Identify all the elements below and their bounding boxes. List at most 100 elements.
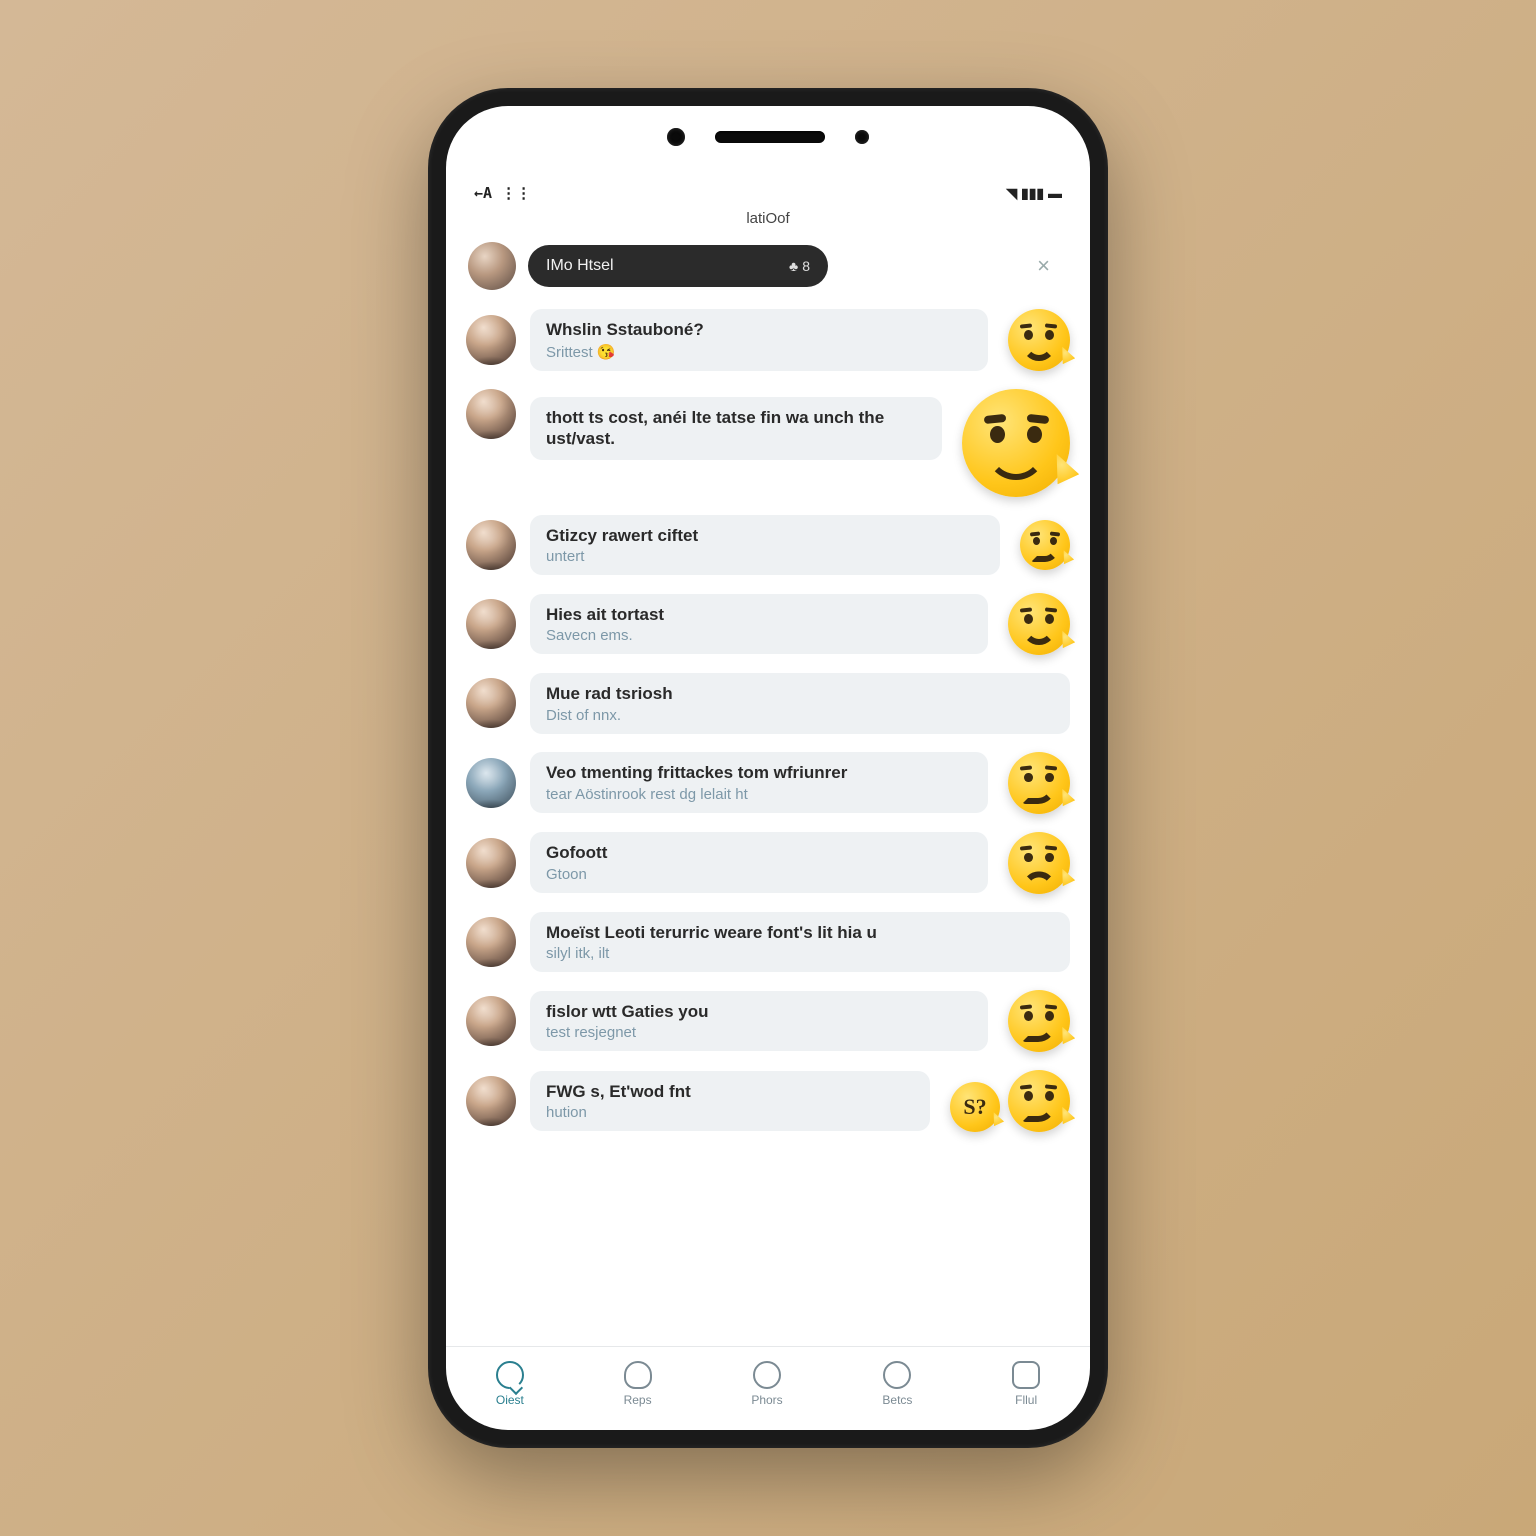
filter-row: IMo Htsel ♣ 8 × xyxy=(446,236,1090,300)
happy-emoji-icon[interactable] xyxy=(962,389,1070,497)
conversation-row[interactable]: FWG s, Et'wod fnt hution xyxy=(466,1061,1070,1141)
message-bubble[interactable]: FWG s, Et'wod fnt hution xyxy=(530,1071,930,1131)
question-emoji-icon[interactable] xyxy=(950,1082,1000,1132)
happy-emoji-icon[interactable] xyxy=(1008,593,1070,655)
bubble-icon xyxy=(496,1361,524,1389)
happy-emoji-icon[interactable] xyxy=(1008,309,1070,371)
header-title: latiOof xyxy=(446,210,1090,236)
conversation-row[interactable]: Whslin Sstauboné? Srittest 😘 xyxy=(466,300,1070,380)
reaction-column xyxy=(1008,990,1070,1052)
reaction-column xyxy=(1020,520,1070,570)
phone-bezel xyxy=(667,128,869,146)
conversation-subtitle: test resjegnet xyxy=(546,1024,972,1041)
nav-item-reps[interactable]: Reps xyxy=(624,1361,652,1407)
message-bubble[interactable]: Gofoott Gtoon xyxy=(530,832,988,892)
conversation-title: Whslin Sstauboné? xyxy=(546,319,972,340)
conversation-row[interactable]: Moeïst Leoti terurric weare font's lit h… xyxy=(466,903,1070,981)
conversation-subtitle: untert xyxy=(546,548,984,565)
smirk-emoji-icon[interactable] xyxy=(1008,752,1070,814)
nav-item-phors[interactable]: Phors xyxy=(751,1361,782,1407)
conversation-subtitle: Gtoon xyxy=(546,866,972,883)
avatar[interactable] xyxy=(466,389,516,439)
conversation-subtitle: Savecn ems. xyxy=(546,627,972,644)
filter-chip[interactable]: IMo Htsel ♣ 8 xyxy=(528,245,828,287)
conversation-row[interactable]: Mue rad tsriosh Dist of nnx. xyxy=(466,664,1070,742)
circle-icon xyxy=(883,1361,911,1389)
status-left: ←A ⋮⋮ xyxy=(474,184,531,202)
message-bubble[interactable]: fislor wtt Gaties you test resjegnet xyxy=(530,991,988,1051)
nav-label: Phors xyxy=(751,1393,782,1407)
earpiece-speaker xyxy=(715,131,825,143)
avatar[interactable] xyxy=(466,315,516,365)
conversation-subtitle: Dist of nnx. xyxy=(546,707,1054,724)
reaction-column xyxy=(1008,832,1070,894)
screen: ←A ⋮⋮ ◥ ▮▮▮ ▬ latiOof IMo Htsel ♣ 8 × Wh… xyxy=(446,106,1090,1430)
conversation-row[interactable]: thott ts cost, anéi lte tatse fin wa unc… xyxy=(466,380,1070,506)
status-right: ◥ ▮▮▮ ▬ xyxy=(1006,185,1062,202)
conversation-title: Veo tmenting frittackes tom wfriunrer xyxy=(546,762,972,783)
phone-frame: ←A ⋮⋮ ◥ ▮▮▮ ▬ latiOof IMo Htsel ♣ 8 × Wh… xyxy=(428,88,1108,1448)
avatar[interactable] xyxy=(466,838,516,888)
reaction-column xyxy=(1008,593,1070,655)
message-bubble[interactable]: Moeïst Leoti terurric weare font's lit h… xyxy=(530,912,1070,972)
sad-emoji-icon[interactable] xyxy=(1008,832,1070,894)
conversation-subtitle: hution xyxy=(546,1104,914,1121)
reaction-column xyxy=(962,389,1070,497)
nav-item-betcs[interactable]: Betcs xyxy=(882,1361,912,1407)
conversation-subtitle: silyl itk, ilt xyxy=(546,945,1054,962)
message-bubble[interactable]: Mue rad tsriosh Dist of nnx. xyxy=(530,673,1070,733)
nav-label: Oiest xyxy=(496,1393,524,1407)
sensor-dot xyxy=(855,130,869,144)
conversation-title: fislor wtt Gaties you xyxy=(546,1001,972,1022)
close-icon[interactable]: × xyxy=(1031,247,1068,285)
conversation-title: Gofoott xyxy=(546,842,972,863)
message-bubble[interactable]: Veo tmenting frittackes tom wfriunrer tea… xyxy=(530,752,988,812)
smirk-emoji-icon[interactable] xyxy=(1020,520,1070,570)
conversation-row[interactable]: Hies ait tortast Savecn ems. xyxy=(466,584,1070,664)
square-icon xyxy=(1012,1361,1040,1389)
nav-item-fllul[interactable]: Fllul xyxy=(1012,1361,1040,1407)
conversation-subtitle: Srittest 😘 xyxy=(546,343,972,361)
avatar[interactable] xyxy=(466,520,516,570)
avatar[interactable] xyxy=(466,599,516,649)
conversation-title: thott ts cost, anéi lte tatse fin wa unc… xyxy=(546,407,926,450)
emoji-pair xyxy=(950,1070,1070,1132)
conversation-title: Hies ait tortast xyxy=(546,604,972,625)
conversation-title: FWG s, Et'wod fnt xyxy=(546,1081,914,1102)
avatar[interactable] xyxy=(466,996,516,1046)
conversation-title: Moeïst Leoti terurric weare font's lit h… xyxy=(546,922,1054,943)
avatar[interactable] xyxy=(466,758,516,808)
signal-icon: ◥ ▮▮▮ ▬ xyxy=(1006,185,1062,202)
nav-item-oiest[interactable]: Oiest xyxy=(496,1361,524,1407)
conversation-row[interactable]: fislor wtt Gaties you test resjegnet xyxy=(466,981,1070,1061)
reaction-column xyxy=(1008,752,1070,814)
avatar[interactable] xyxy=(466,678,516,728)
my-avatar[interactable] xyxy=(468,242,516,290)
conversation-row[interactable]: Gofoott Gtoon xyxy=(466,823,1070,903)
message-bubble[interactable]: thott ts cost, anéi lte tatse fin wa unc… xyxy=(530,397,942,460)
avatar[interactable] xyxy=(466,917,516,967)
conversation-subtitle: tear Aöstinrook rest dg lelait ht xyxy=(546,786,972,803)
smirk-emoji-icon[interactable] xyxy=(1008,1070,1070,1132)
bottom-nav: Oiest Reps Phors Betcs Fllul xyxy=(446,1346,1090,1430)
conversation-row[interactable]: Veo tmenting frittackes tom wfriunrer tea… xyxy=(466,743,1070,823)
filter-chip-label: IMo Htsel xyxy=(546,257,614,275)
conversation-row[interactable]: Gtizcy rawert ciftet untert xyxy=(466,506,1070,584)
people-icon xyxy=(624,1361,652,1389)
front-camera xyxy=(667,128,685,146)
reaction-column xyxy=(1008,309,1070,371)
avatar[interactable] xyxy=(466,1076,516,1126)
reaction-column xyxy=(950,1070,1070,1132)
message-bubble[interactable]: Hies ait tortast Savecn ems. xyxy=(530,594,988,654)
status-bar: ←A ⋮⋮ ◥ ▮▮▮ ▬ xyxy=(446,176,1090,210)
conversation-title: Mue rad tsriosh xyxy=(546,683,1054,704)
smirk-emoji-icon[interactable] xyxy=(1008,990,1070,1052)
circle-icon xyxy=(753,1361,781,1389)
nav-label: Fllul xyxy=(1015,1393,1037,1407)
message-bubble[interactable]: Gtizcy rawert ciftet untert xyxy=(530,515,1000,575)
nav-label: Betcs xyxy=(882,1393,912,1407)
filter-chip-badge: ♣ 8 xyxy=(789,258,810,274)
message-bubble[interactable]: Whslin Sstauboné? Srittest 😘 xyxy=(530,309,988,370)
conversation-title: Gtizcy rawert ciftet xyxy=(546,525,984,546)
conversation-list[interactable]: Whslin Sstauboné? Srittest 😘 thott ts cost… xyxy=(446,300,1090,1346)
